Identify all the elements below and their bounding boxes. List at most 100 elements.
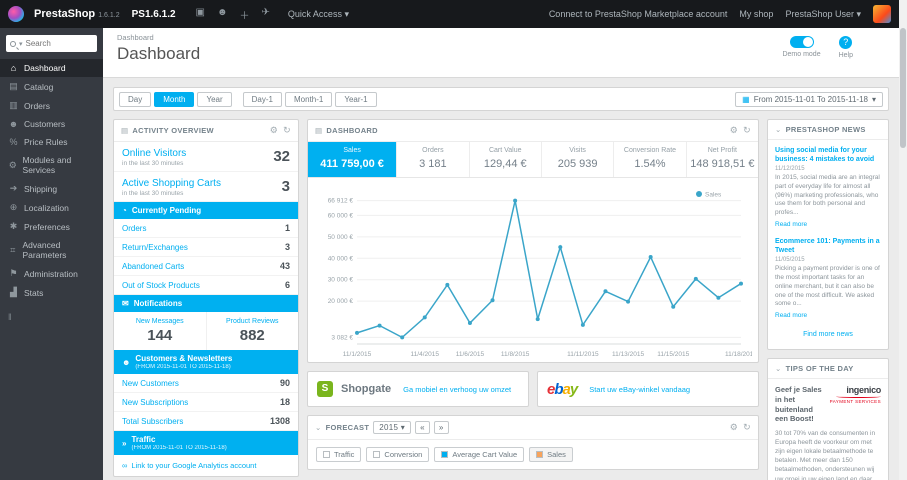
sidebar-item-price-rules[interactable]: % Price Rules bbox=[0, 133, 103, 151]
refresh-icon[interactable]: ↻ bbox=[743, 125, 751, 136]
read-more-link[interactable]: Read more bbox=[775, 312, 807, 319]
bell-icon: ✉ bbox=[122, 299, 129, 308]
product-reviews-cell[interactable]: Product Reviews 882 bbox=[207, 312, 299, 350]
activity-overview-title: ACTIVITY OVERVIEW bbox=[132, 126, 214, 135]
news-article-title[interactable]: Ecommerce 101: Payments in a Tweet bbox=[775, 237, 881, 255]
filter-year-button[interactable]: Year bbox=[197, 91, 232, 107]
quick-access-menu[interactable]: Quick Access ▾ bbox=[288, 9, 349, 20]
kpi-orders[interactable]: Orders 3 181 bbox=[397, 142, 470, 177]
sidebar-item-stats[interactable]: ▟ Stats bbox=[0, 283, 103, 302]
sidebar-item-modules[interactable]: ⚙ Modules and Services bbox=[0, 151, 103, 179]
active-carts-label[interactable]: Active Shopping Carts bbox=[122, 178, 282, 189]
cart-icon[interactable]: ▣ bbox=[196, 7, 205, 22]
filter-year-1-button[interactable]: Year-1 bbox=[335, 91, 377, 107]
user-menu[interactable]: PrestaShop User ▾ bbox=[785, 9, 861, 20]
news-caret-icon[interactable]: ⌄ bbox=[775, 125, 782, 134]
read-more-link[interactable]: Read more bbox=[775, 221, 807, 228]
rocket-icon[interactable]: ✈ bbox=[262, 7, 270, 22]
activity-column: ▤ ACTIVITY OVERVIEW ⚙ ↻ Online Visitors … bbox=[113, 119, 299, 480]
new-customers-row[interactable]: New Customers 90 bbox=[114, 374, 298, 393]
sidebar-item-localization[interactable]: ⊕ Localization bbox=[0, 198, 103, 217]
date-range-picker[interactable]: ▦ From 2015-11-01 To 2015-11-18 ▾ bbox=[735, 91, 883, 107]
gear-icon[interactable]: ⚙ bbox=[730, 125, 738, 136]
gear-icon[interactable]: ⚙ bbox=[270, 125, 278, 136]
localization-icon: ⊕ bbox=[9, 202, 18, 212]
pending-orders-row[interactable]: Orders 1 bbox=[114, 219, 298, 238]
forecast-toggle-conversion[interactable]: Conversion bbox=[366, 447, 430, 462]
refresh-icon[interactable]: ↻ bbox=[283, 125, 291, 136]
sidebar-item-dashboard[interactable]: ⌂ Dashboard bbox=[0, 59, 103, 77]
add-icon[interactable]: ＋ bbox=[240, 7, 250, 22]
gear-icon[interactable]: ⚙ bbox=[730, 422, 738, 433]
sidebar-item-customers[interactable]: ☻ Customers bbox=[0, 115, 103, 133]
forecast-toggle-sales[interactable]: Sales bbox=[529, 447, 573, 462]
breadcrumb[interactable]: Dashboard bbox=[117, 33, 885, 42]
sidebar-item-preferences[interactable]: ✱ Preferences bbox=[0, 217, 103, 236]
new-messages-cell[interactable]: New Messages 144 bbox=[114, 312, 207, 350]
news-article-title[interactable]: Using social media for your business: 4 … bbox=[775, 146, 881, 164]
active-carts-value: 3 bbox=[281, 178, 290, 195]
out-of-stock-row[interactable]: Out of Stock Products 6 bbox=[114, 276, 298, 295]
pending-returns-row[interactable]: Return/Exchanges 3 bbox=[114, 238, 298, 257]
tips-title: TIPS OF THE DAY bbox=[785, 364, 854, 374]
refresh-icon[interactable]: ↻ bbox=[743, 422, 751, 433]
modules-icon: ⚙ bbox=[8, 159, 17, 170]
shopgate-link[interactable]: Ga mobiel en verhoog uw omzet bbox=[403, 385, 511, 394]
vertical-scrollbar[interactable] bbox=[899, 0, 907, 480]
scrollbar-thumb[interactable] bbox=[900, 28, 906, 148]
home-icon: ⌂ bbox=[10, 63, 17, 73]
sidebar-item-shipping[interactable]: ➔ Shipping bbox=[0, 179, 103, 198]
svg-text:11/1/2015: 11/1/2015 bbox=[343, 351, 372, 358]
sidebar-item-administration[interactable]: ⚑ Administration bbox=[0, 264, 103, 283]
online-visitors-label[interactable]: Online Visitors bbox=[122, 148, 273, 159]
new-subscriptions-row[interactable]: New Subscriptions 18 bbox=[114, 393, 298, 412]
search-input[interactable] bbox=[25, 39, 93, 48]
my-shop-link[interactable]: My shop bbox=[739, 9, 773, 19]
kpi-sales[interactable]: Sales 411 759,00 € bbox=[308, 142, 398, 177]
filter-month-button[interactable]: Month bbox=[154, 91, 195, 107]
abandoned-carts-row[interactable]: Abandoned Carts 43 bbox=[114, 257, 298, 276]
help-control: ? Help bbox=[839, 36, 853, 59]
kpi-conversion-rate[interactable]: Conversion Rate 1.54% bbox=[614, 142, 687, 177]
customer-icon[interactable]: ☻ bbox=[217, 7, 228, 22]
help-icon[interactable]: ? bbox=[839, 36, 853, 49]
forecast-next-button[interactable]: » bbox=[433, 421, 449, 434]
filter-day-button[interactable]: Day bbox=[119, 91, 152, 107]
topbar: PrestaShop 1.6.1.2 PS1.6.1.2 ▣ ☻ ＋ ✈ Qui… bbox=[0, 0, 899, 28]
demo-mode-toggle[interactable] bbox=[789, 36, 814, 48]
sidebar-collapse-icon[interactable]: ‖ bbox=[8, 312, 95, 322]
google-analytics-link[interactable]: ∞ Link to your Google Analytics account bbox=[114, 455, 298, 476]
sidebar-item-orders[interactable]: ▥ Orders bbox=[0, 96, 103, 115]
find-more-news-link[interactable]: Find more news bbox=[775, 328, 881, 343]
forecast-caret-icon[interactable]: ⌄ bbox=[315, 423, 322, 432]
kpi-net-profit[interactable]: Net Profit 148 918,51 € bbox=[687, 142, 758, 177]
sidebar-item-advanced-parameters[interactable]: ⌗ Advanced Parameters bbox=[0, 236, 103, 264]
filter-month-1-button[interactable]: Month-1 bbox=[284, 91, 333, 107]
shopgate-promo[interactable]: S Shopgate Ga mobiel en verhoog uw omzet bbox=[307, 371, 529, 407]
traffic-icon: » bbox=[122, 438, 127, 448]
tips-caret-icon[interactable]: ⌄ bbox=[775, 364, 782, 373]
marketplace-link[interactable]: Connect to PrestaShop Marketplace accoun… bbox=[549, 9, 728, 19]
forecast-toggle-average-cart-value[interactable]: Average Cart Value bbox=[434, 447, 525, 462]
ebay-promo[interactable]: ebay Start uw eBay-winkel vandaag bbox=[537, 371, 759, 407]
module-promos: S Shopgate Ga mobiel en verhoog uw omzet… bbox=[307, 371, 759, 407]
ebay-link[interactable]: Start uw eBay-winkel vandaag bbox=[589, 385, 690, 394]
forecast-prev-button[interactable]: « bbox=[415, 421, 430, 434]
tips-heading: Geef je Sales in het buitenland een Boos… bbox=[775, 385, 822, 424]
prestashop-admin: PrestaShop 1.6.1.2 PS1.6.1.2 ▣ ☻ ＋ ✈ Qui… bbox=[0, 0, 907, 480]
avatar[interactable] bbox=[873, 5, 891, 23]
dashboard-content: Day Month Year Day-1 Month-1 Year-1 ▦ Fr… bbox=[103, 78, 899, 480]
total-subscribers-row[interactable]: Total Subscribers 1308 bbox=[114, 412, 298, 431]
forecast-toggle-traffic[interactable]: Traffic bbox=[316, 447, 362, 462]
news-article-date: 11/12/2015 bbox=[775, 166, 805, 173]
news-article: Using social media for your business: 4 … bbox=[775, 146, 881, 228]
kpi-visits[interactable]: Visits 205 939 bbox=[542, 142, 615, 177]
forecast-legend: Traffic Conversion Average Cart Value Sa… bbox=[308, 440, 758, 469]
forecast-year-select[interactable]: 2015 ▾ bbox=[373, 421, 412, 434]
sidebar-item-catalog[interactable]: ▤ Catalog bbox=[0, 77, 103, 96]
sales-chart[interactable]: 3 082 € 20 000 € 30 000 € 40 000 € 50 000 € 6… bbox=[308, 178, 758, 362]
filter-day-1-button[interactable]: Day-1 bbox=[242, 91, 282, 107]
sidebar-search[interactable]: ▾ bbox=[6, 35, 97, 52]
kpi-cart-value[interactable]: Cart Value 129,44 € bbox=[470, 142, 542, 177]
search-scope-caret-icon[interactable]: ▾ bbox=[19, 40, 23, 48]
